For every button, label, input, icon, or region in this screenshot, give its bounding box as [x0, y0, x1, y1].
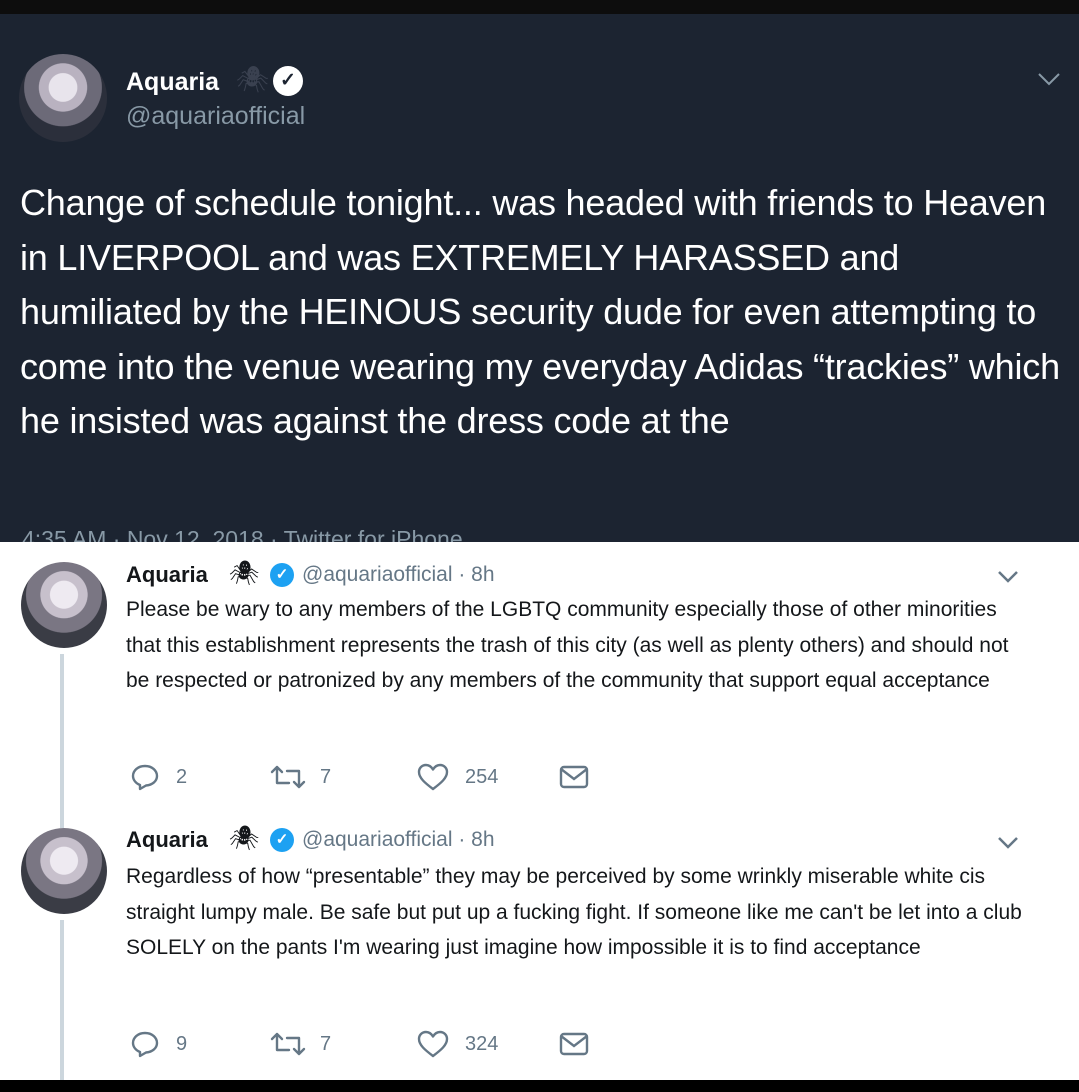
avatar[interactable] [19, 54, 107, 142]
reply-text: Regardless of how “presentable” they may… [126, 865, 1022, 959]
verified-badge-icon: ✓ [273, 66, 303, 96]
like-button[interactable]: 324 [417, 1029, 517, 1059]
verified-badge-icon: ✓ [270, 563, 294, 587]
reply-thread: Aquaria 🕷 ✓ @aquariaofficial · 8h Please… [0, 542, 1079, 1080]
chevron-down-icon[interactable] [996, 564, 1020, 588]
reply-icon [131, 1031, 159, 1058]
bottom-border [0, 1080, 1079, 1092]
direct-message-button[interactable] [558, 762, 590, 792]
author-name[interactable]: Aquaria [126, 562, 208, 588]
author-handle[interactable]: @aquariaofficial [126, 102, 305, 131]
retweet-icon [270, 765, 306, 789]
like-count: 324 [465, 1033, 499, 1055]
retweet-count: 7 [320, 766, 332, 788]
chevron-down-icon[interactable] [996, 830, 1020, 854]
reply-button[interactable]: 9 [130, 1029, 210, 1059]
chevron-down-icon[interactable] [1036, 66, 1062, 92]
author-handle-time[interactable]: @aquariaofficial · 8h [302, 828, 495, 852]
avatar[interactable] [21, 562, 107, 648]
reply-text: Please be wary to any members of the LGB… [126, 598, 1009, 692]
reply-icon [131, 764, 159, 791]
avatar[interactable] [21, 828, 107, 914]
heart-icon [417, 1030, 449, 1058]
like-count: 254 [465, 766, 499, 788]
author-handle-time[interactable]: @aquariaofficial · 8h [302, 563, 495, 587]
author-name[interactable]: Aquaria [126, 68, 219, 97]
reply-count: 2 [176, 766, 188, 788]
spider-emoji-icon: 🕷 [229, 560, 260, 587]
spider-emoji-icon: 🕷 [229, 825, 260, 852]
main-tweet: Aquaria 🕷 ✓ @aquariaofficial Change of s… [0, 14, 1079, 542]
spider-emoji-icon: 🕷 [236, 64, 270, 94]
reply-button[interactable]: 2 [130, 762, 210, 792]
tweet-timestamp[interactable]: 4:35 AM · Nov 12, 2018 · Twitter for iPh… [22, 526, 463, 542]
retweet-button[interactable]: 7 [270, 1029, 350, 1059]
reply-count: 9 [176, 1033, 188, 1055]
direct-message-button[interactable] [558, 1029, 590, 1059]
envelope-icon [559, 765, 589, 789]
retweet-button[interactable]: 7 [270, 762, 350, 792]
retweet-icon [270, 1032, 306, 1056]
retweet-count: 7 [320, 1033, 332, 1055]
tweet-text: Change of schedule tonight... was headed… [20, 182, 1060, 441]
author-name[interactable]: Aquaria [126, 827, 208, 853]
heart-icon [417, 763, 449, 791]
thread-line [60, 920, 64, 1080]
like-button[interactable]: 254 [417, 762, 517, 792]
top-border [0, 0, 1079, 14]
verified-badge-icon: ✓ [270, 828, 294, 852]
envelope-icon [559, 1032, 589, 1056]
thread-line [60, 654, 64, 824]
